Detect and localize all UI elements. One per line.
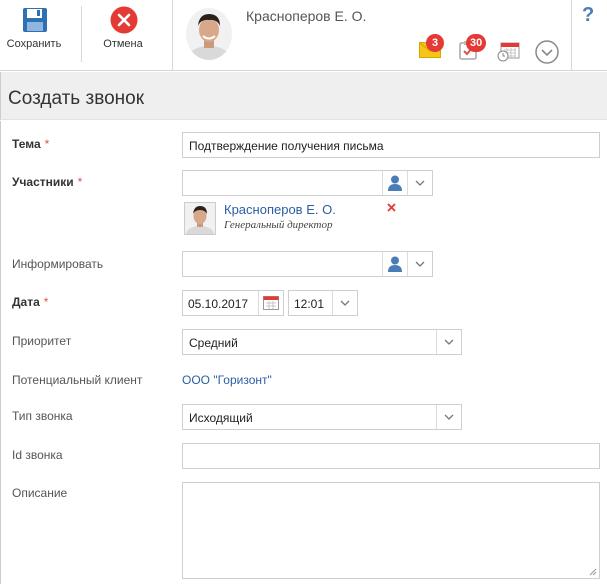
remove-participant-icon[interactable] [387, 203, 396, 212]
time-dropdown-button[interactable] [332, 291, 357, 315]
call-type-label: Тип звонка [12, 409, 73, 423]
cancel-button-label: Отмена [103, 38, 143, 50]
inform-dropdown-button[interactable] [407, 252, 432, 276]
call-type-dropdown-button[interactable] [436, 405, 461, 429]
user-icon [388, 256, 402, 272]
call-form: Тема * Подтверждение получения письма Уча… [0, 121, 607, 584]
priority-select[interactable]: Средний [182, 329, 462, 355]
close-icon [110, 6, 138, 34]
floppy-disk-icon [23, 8, 47, 32]
date-input[interactable]: 05.10.2017 [182, 290, 284, 316]
user-avatar[interactable] [186, 8, 232, 60]
topic-input[interactable]: Подтверждение получения письма [182, 132, 600, 158]
avatar-image [186, 206, 214, 234]
chevron-down-icon [444, 414, 454, 420]
participants-input[interactable] [182, 170, 433, 196]
toolbar-separator [81, 6, 82, 62]
time-input[interactable]: 12:01 [288, 290, 358, 316]
participants-dropdown-button[interactable] [407, 171, 432, 195]
participant-name-link[interactable]: Красноперов Е. О. [224, 202, 336, 217]
client-link[interactable]: ООО "Горизонт" [182, 373, 272, 387]
inform-label: Информировать [12, 257, 104, 271]
date-input-value: 05.10.2017 [188, 297, 249, 311]
page-title: Создать звонок [8, 88, 145, 109]
save-button-label: Сохранить [6, 38, 62, 50]
avatar-image [186, 8, 232, 60]
priority-dropdown-button[interactable] [436, 330, 461, 354]
call-type-select[interactable]: Исходящий [182, 404, 462, 430]
mail-count-badge: 3 [426, 34, 444, 52]
chevron-down-icon [415, 261, 425, 267]
date-picker-button[interactable] [258, 291, 283, 315]
participants-contact-button[interactable] [382, 171, 407, 195]
cancel-button[interactable]: Отмена [94, 0, 152, 70]
calendar-icon [263, 296, 279, 310]
topic-label: Тема * [12, 137, 50, 151]
participants-label: Участники * [12, 175, 83, 189]
date-label: Дата * [12, 295, 49, 309]
help-icon[interactable]: ? [582, 4, 594, 27]
priority-select-value: Средний [189, 336, 238, 350]
inform-input[interactable] [182, 251, 433, 277]
priority-label: Приоритет [12, 334, 72, 348]
chevron-down-icon [415, 180, 425, 186]
toolbar: Сохранить Отмена Красноперов Е. О. 3 30 [0, 0, 607, 71]
description-label: Описание [12, 486, 68, 500]
time-input-value: 12:01 [294, 297, 325, 311]
chevron-down-icon[interactable] [535, 40, 559, 64]
page-header: Создать звонок [0, 72, 607, 120]
call-id-label: Id звонка [12, 448, 63, 462]
save-button[interactable]: Сохранить [0, 0, 68, 70]
description-textarea[interactable] [182, 482, 600, 579]
inform-contact-button[interactable] [382, 252, 407, 276]
chevron-down-icon [340, 300, 350, 306]
user-icon [388, 175, 402, 191]
participant-role: Генеральный директор [224, 219, 333, 231]
user-name[interactable]: Красноперов Е. О. [246, 8, 366, 24]
participant-avatar [184, 202, 216, 235]
resize-grip-icon[interactable] [589, 568, 597, 576]
calendar-clock-icon[interactable] [497, 42, 521, 62]
chevron-down-icon [444, 339, 454, 345]
tasks-count-badge: 30 [466, 34, 487, 52]
client-label: Потенциальный клиент [12, 373, 143, 387]
call-type-select-value: Исходящий [189, 411, 253, 425]
call-id-input[interactable] [182, 443, 600, 469]
topic-input-value: Подтверждение получения письма [189, 139, 384, 153]
